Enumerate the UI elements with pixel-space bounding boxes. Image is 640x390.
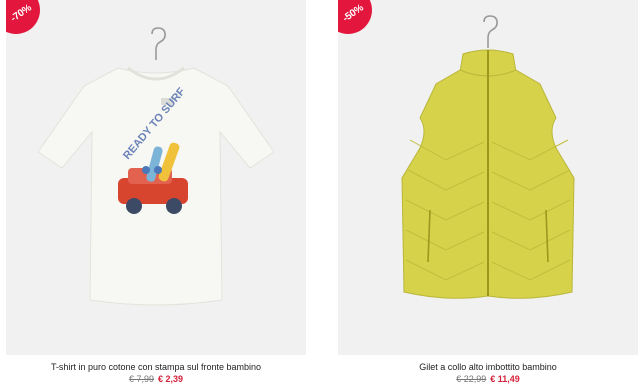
old-price: € 22,99 [456,374,487,384]
product-image-tshirt[interactable]: READY TO SURF -70% [6,0,306,355]
product-image-vest[interactable]: -50% [338,0,638,355]
price-row: € 22,99 € 11,49 [338,374,638,384]
vest-icon [401,15,575,299]
product-card-tshirt[interactable]: READY TO SURF -70% T-shirt in puro coton… [6,0,306,390]
current-price: € 2,39 [158,374,184,384]
product-card-vest[interactable]: -50% Gilet a collo alto imbottito bambin… [338,0,638,390]
old-price: € 7,99 [128,374,154,384]
price-row: € 7,99 € 2,39 [6,374,306,384]
tshirt-icon: READY TO SURF [37,27,275,306]
current-price: € 11,49 [490,374,520,384]
product-title[interactable]: T-shirt in puro cotone con stampa sul fr… [6,362,306,372]
product-title[interactable]: Gilet a collo alto imbottito bambino [338,362,638,372]
